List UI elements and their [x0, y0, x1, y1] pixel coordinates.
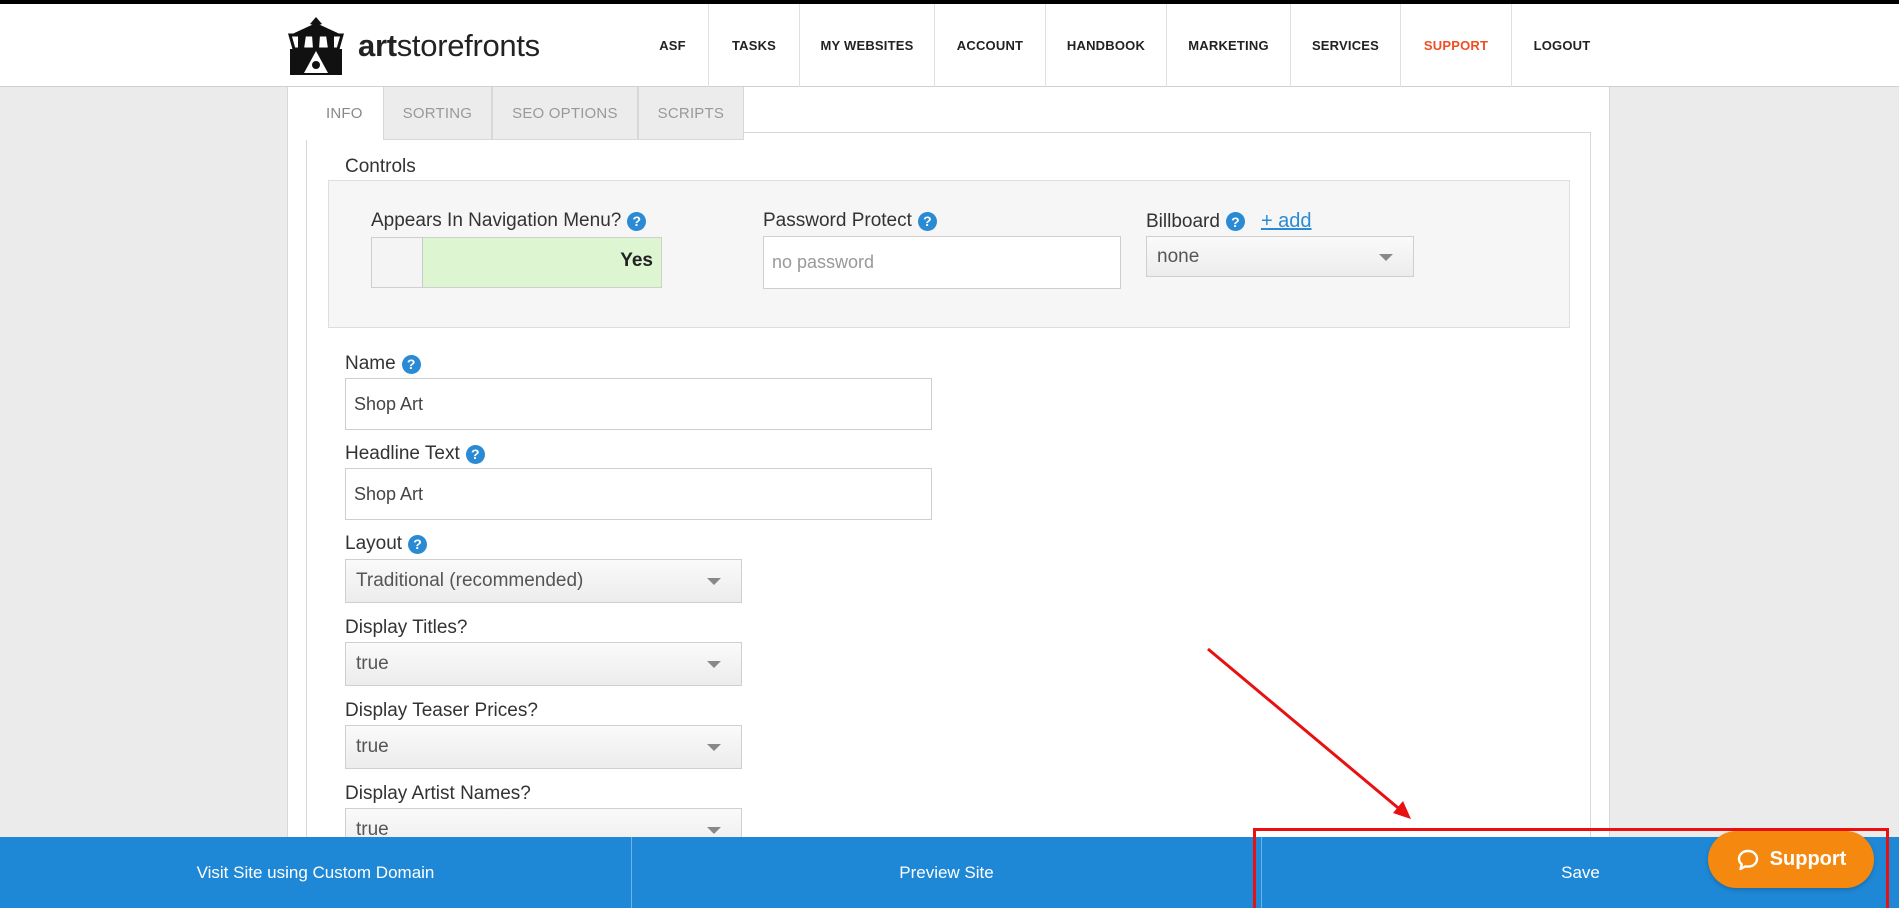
help-icon[interactable]: ?	[408, 534, 428, 554]
layout-select[interactable]: Traditional (recommended)	[345, 559, 742, 603]
display-artist-names-label: Display Artist Names?	[345, 783, 531, 804]
chevron-down-icon	[707, 578, 721, 585]
password-label: Password Protect ?	[763, 210, 937, 232]
tab-info[interactable]: INFO	[306, 87, 383, 140]
nav-menu-label: Appears In Navigation Menu? ?	[371, 210, 647, 232]
help-icon[interactable]: ?	[1225, 212, 1245, 231]
help-icon[interactable]: ?	[401, 354, 421, 374]
display-titles-label: Display Titles?	[345, 617, 468, 638]
nav-tasks[interactable]: TASKS	[709, 4, 800, 87]
nav-asf[interactable]: ASF	[637, 4, 709, 87]
support-chat-button[interactable]: Support	[1708, 831, 1874, 888]
name-label-text: Name	[345, 353, 396, 374]
layout-label-text: Layout	[345, 533, 403, 554]
headline-input[interactable]: Shop Art	[345, 468, 932, 520]
tab-sorting[interactable]: SORTING	[382, 87, 493, 140]
preview-site-button[interactable]: Preview Site	[632, 837, 1262, 908]
site-header: artstorefronts ASF TASKS MY WEBSITES ACC…	[0, 4, 1899, 87]
nav-services[interactable]: SERVICES	[1291, 4, 1401, 87]
main-nav: ASF TASKS MY WEBSITES ACCOUNT HANDBOOK M…	[0, 4, 1899, 87]
nav-menu-label-text: Appears In Navigation Menu?	[371, 210, 622, 231]
support-label: Support	[1769, 848, 1847, 870]
toggle-value: Yes	[620, 250, 653, 271]
name-label: Name ?	[345, 353, 421, 375]
tab-bar: INFO SORTING SEO OPTIONS SCRIPTS	[306, 87, 745, 140]
nav-logout[interactable]: LOGOUT	[1512, 4, 1612, 87]
billboard-label-text: Billboard	[1146, 210, 1220, 232]
display-teaser-prices-select[interactable]: true	[345, 725, 742, 769]
visit-site-button[interactable]: Visit Site using Custom Domain	[0, 837, 632, 908]
nav-handbook[interactable]: HANDBOOK	[1046, 4, 1167, 87]
display-teaser-prices-label: Display Teaser Prices?	[345, 700, 538, 721]
nav-account[interactable]: ACCOUNT	[935, 4, 1046, 87]
billboard-add-link[interactable]: + add	[1261, 210, 1312, 233]
chat-bubble-icon	[1737, 849, 1758, 870]
chevron-down-icon	[707, 827, 721, 834]
chevron-down-icon	[707, 661, 721, 668]
nav-support[interactable]: SUPPORT	[1401, 4, 1512, 87]
layout-label: Layout ?	[345, 533, 428, 555]
controls-heading: Controls	[345, 156, 416, 177]
nav-marketing[interactable]: MARKETING	[1167, 4, 1291, 87]
password-input[interactable]: no password	[763, 236, 1121, 289]
tab-seo-options[interactable]: SEO OPTIONS	[492, 87, 638, 140]
help-icon[interactable]: ?	[465, 444, 485, 464]
headline-label: Headline Text ?	[345, 443, 485, 465]
display-teaser-prices-selected: true	[356, 736, 389, 757]
chevron-down-icon	[1379, 253, 1393, 261]
nav-my-websites[interactable]: MY WEBSITES	[800, 4, 935, 87]
tab-scripts[interactable]: SCRIPTS	[637, 87, 745, 140]
name-input[interactable]: Shop Art	[345, 378, 932, 430]
help-icon[interactable]: ?	[917, 211, 937, 231]
chevron-down-icon	[707, 744, 721, 751]
display-titles-selected: true	[356, 653, 389, 674]
billboard-selected: none	[1157, 245, 1200, 267]
display-titles-select[interactable]: true	[345, 642, 742, 686]
billboard-label: Billboard ? + add	[1146, 210, 1312, 233]
bottom-action-bar: Visit Site using Custom Domain Preview S…	[0, 837, 1899, 908]
password-label-text: Password Protect	[763, 210, 912, 231]
headline-label-text: Headline Text	[345, 443, 460, 464]
toggle-knob[interactable]	[372, 238, 423, 287]
layout-selected: Traditional (recommended)	[356, 570, 584, 591]
help-icon[interactable]: ?	[627, 211, 647, 231]
nav-menu-toggle[interactable]: Yes	[371, 237, 662, 288]
billboard-select[interactable]: none	[1146, 236, 1414, 277]
